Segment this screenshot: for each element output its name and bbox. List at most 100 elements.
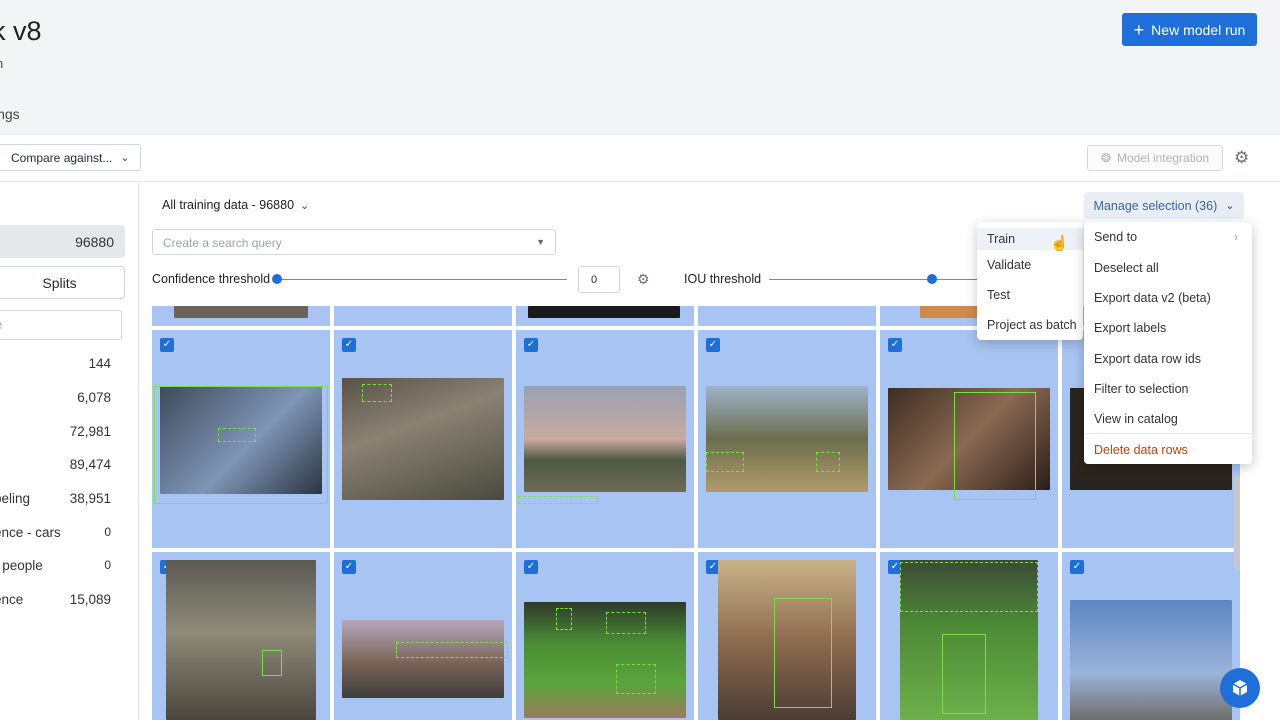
manage-selection-menu: Send to › Deselect all Export data v2 (b… xyxy=(1084,222,1252,464)
thumbnail xyxy=(342,620,504,698)
menu-item-export-data-row-ids[interactable]: Export data row ids xyxy=(1084,352,1252,366)
thumbnail xyxy=(1070,600,1232,720)
compare-dropdown[interactable]: Compare against... ⌄ xyxy=(0,144,141,171)
grid-cell[interactable] xyxy=(698,306,876,326)
grid-cell[interactable]: ✓ xyxy=(334,552,512,720)
grid-cell[interactable]: ✓ xyxy=(880,552,1058,720)
threshold-settings-icon[interactable]: ⚙ xyxy=(637,271,650,288)
manage-selection-button[interactable]: Manage selection (36) ⌄ xyxy=(1084,192,1244,219)
confidence-value-input[interactable]: 0 xyxy=(578,266,620,293)
sidebar-row[interactable]: 144 xyxy=(0,356,118,376)
manage-selection-label: Manage selection (36) xyxy=(1093,198,1218,213)
bounding-box xyxy=(606,612,646,634)
thumbnail xyxy=(174,306,308,318)
plus-icon: + xyxy=(1133,19,1145,40)
bounding-box xyxy=(942,634,986,714)
grid-cell[interactable]: ✓ xyxy=(516,552,694,720)
grid-cell[interactable] xyxy=(516,306,694,326)
iou-slider-handle[interactable] xyxy=(927,274,937,284)
grid-scrollbar[interactable] xyxy=(1234,475,1240,570)
sidebar-row-label: peling xyxy=(0,491,31,506)
sidebar-search-input[interactable]: e xyxy=(0,310,122,340)
search-placeholder: Create a search query xyxy=(163,236,282,250)
checkbox[interactable]: ✓ xyxy=(342,338,356,352)
bounding-box xyxy=(616,664,656,694)
grid-cell[interactable]: ✓ xyxy=(516,330,694,548)
checkbox[interactable]: ✓ xyxy=(888,338,902,352)
search-query-input[interactable]: Create a search query ▼ xyxy=(152,229,556,255)
menu-item-deselect-all[interactable]: Deselect all xyxy=(1084,261,1252,275)
model-integration-button[interactable]: ❂ Model integration xyxy=(1087,145,1223,171)
bounding-box xyxy=(362,384,392,402)
sidebar-row[interactable]: 72,981 xyxy=(0,424,118,444)
grid-cell[interactable]: ✓ xyxy=(880,330,1058,548)
sidebar-all-count[interactable]: 96880 xyxy=(0,225,125,258)
grid-cell[interactable]: ✓ xyxy=(152,330,330,548)
caret-down-icon: ▼ xyxy=(536,237,545,247)
thumbnail xyxy=(706,386,868,492)
page-title: k v8 xyxy=(0,16,42,46)
grid-cell[interactable]: ✓ xyxy=(698,552,876,720)
sidebar-row[interactable]: 89,474 xyxy=(0,457,118,477)
menu-item-validate[interactable]: Validate xyxy=(977,258,1083,272)
grid-cell[interactable] xyxy=(334,306,512,326)
new-model-run-label: New model run xyxy=(1151,21,1246,38)
checkbox[interactable]: ✓ xyxy=(524,338,538,352)
splits-button[interactable]: Splits xyxy=(0,266,125,299)
grid-cell[interactable]: ✓ xyxy=(698,330,876,548)
sidebar-row-count: 0 xyxy=(104,558,111,572)
menu-item-export-data-v2[interactable]: Export data v2 (beta) xyxy=(1084,291,1252,305)
sidebar-row-count: 72,981 xyxy=(69,424,111,439)
menu-item-export-labels[interactable]: Export labels xyxy=(1084,321,1252,335)
confidence-threshold-label: Confidence threshold xyxy=(152,272,271,286)
cube-icon xyxy=(1232,680,1248,696)
bounding-box xyxy=(218,428,256,442)
bounding-box xyxy=(396,642,508,658)
bounding-box xyxy=(774,598,832,708)
checkbox[interactable]: ✓ xyxy=(706,338,720,352)
sidebar-row[interactable]: ence - cars 0 xyxy=(0,525,118,545)
dataset-selector[interactable]: All training data - 96880 ⌄ xyxy=(162,198,309,212)
tab-settings[interactable]: ings xyxy=(0,106,20,122)
menu-item-send-to[interactable]: Send to › xyxy=(1084,230,1252,244)
page-header xyxy=(0,0,1280,134)
sidebar-row-count: 144 xyxy=(88,356,111,371)
thumbnail xyxy=(524,386,686,492)
chevron-down-icon: ⌄ xyxy=(300,199,310,212)
menu-item-view-in-catalog[interactable]: View in catalog xyxy=(1084,412,1252,426)
sidebar-row-label: - people xyxy=(0,558,43,573)
bounding-box xyxy=(954,392,1036,500)
checkbox[interactable]: ✓ xyxy=(524,560,538,574)
iou-slider-track[interactable] xyxy=(769,279,979,280)
bounding-box xyxy=(900,562,1038,612)
grid-cell[interactable] xyxy=(152,306,330,326)
checkbox[interactable]: ✓ xyxy=(1070,560,1084,574)
checkbox[interactable]: ✓ xyxy=(342,560,356,574)
send-to-label: Send to xyxy=(1094,230,1138,244)
sidebar-row[interactable]: - people 0 xyxy=(0,558,118,578)
bounding-box xyxy=(556,608,572,630)
menu-item-delete-data-rows[interactable]: Delete data rows xyxy=(1084,443,1252,457)
thumbnail xyxy=(524,602,686,718)
new-model-run-button[interactable]: + New model run xyxy=(1122,13,1257,46)
checkbox[interactable]: ✓ xyxy=(160,338,174,352)
grid-cell[interactable]: ✓ xyxy=(152,552,330,720)
menu-item-project-as-batch[interactable]: Project as batch xyxy=(977,318,1083,332)
sidebar-row[interactable]: 6,078 xyxy=(0,390,118,410)
help-chat-button[interactable] xyxy=(1220,668,1260,708)
compare-label: Compare against... xyxy=(11,150,113,165)
grid-cell[interactable]: ✓ xyxy=(334,330,512,548)
menu-item-filter-to-selection[interactable]: Filter to selection xyxy=(1084,382,1252,396)
chevron-right-icon: › xyxy=(1233,230,1238,244)
bug-icon: ❂ xyxy=(1100,151,1111,165)
confidence-slider-track[interactable] xyxy=(277,279,567,280)
menu-divider xyxy=(1084,433,1252,434)
sidebar-row[interactable]: peling 38,951 xyxy=(0,491,118,511)
settings-gear-icon[interactable]: ⚙ xyxy=(1234,148,1249,168)
menu-item-test[interactable]: Test xyxy=(977,288,1083,302)
chevron-down-icon: ⌄ xyxy=(1225,200,1235,212)
grid-cell[interactable]: ✓ xyxy=(1062,552,1240,720)
sidebar-row[interactable]: ence 15,089 xyxy=(0,592,118,612)
confidence-slider-handle[interactable] xyxy=(272,274,282,284)
model-integration-label: Model integration xyxy=(1117,151,1210,165)
